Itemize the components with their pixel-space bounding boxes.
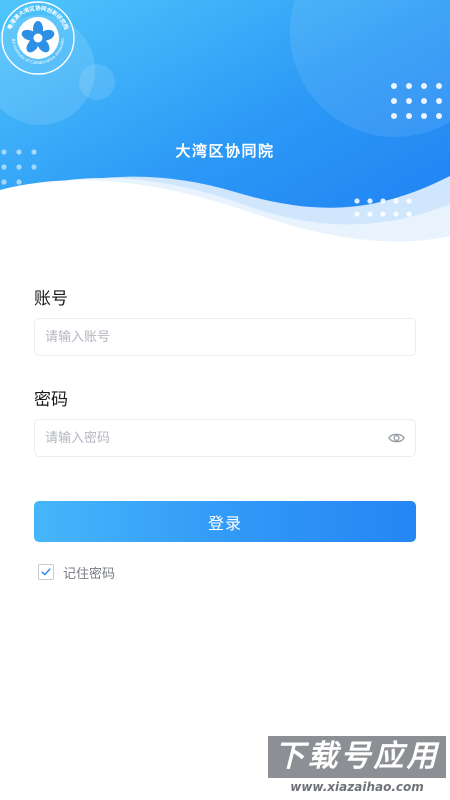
password-field[interactable] xyxy=(34,419,416,457)
remember-label: 记住密码 xyxy=(63,566,116,582)
account-label: 账号 xyxy=(34,289,68,309)
watermark-title: 下载号应用 xyxy=(268,736,446,778)
account-field[interactable] xyxy=(34,318,416,356)
remember-password-toggle[interactable]: 记住密码 xyxy=(38,563,116,582)
login-button[interactable]: 登录 xyxy=(34,501,416,542)
checkmark-icon xyxy=(41,568,51,576)
remember-checkbox[interactable] xyxy=(38,564,54,580)
institute-logo: 粤港澳大湾区协同创新研究院 GBA Institute of Collabora… xyxy=(0,0,75,75)
eye-icon[interactable] xyxy=(388,431,405,445)
password-input[interactable] xyxy=(45,420,375,456)
brand-title: 大湾区协同院 xyxy=(175,142,275,160)
header-banner: 粤港澳大湾区协同创新研究院 GBA Institute of Collabora… xyxy=(0,0,450,250)
decor-bubble xyxy=(79,64,115,100)
watermark: 下载号应用 www.xiazaihao.com xyxy=(268,736,446,798)
password-label: 密码 xyxy=(34,390,68,410)
account-input[interactable] xyxy=(45,319,375,355)
watermark-url: www.xiazaihao.com xyxy=(290,780,424,794)
